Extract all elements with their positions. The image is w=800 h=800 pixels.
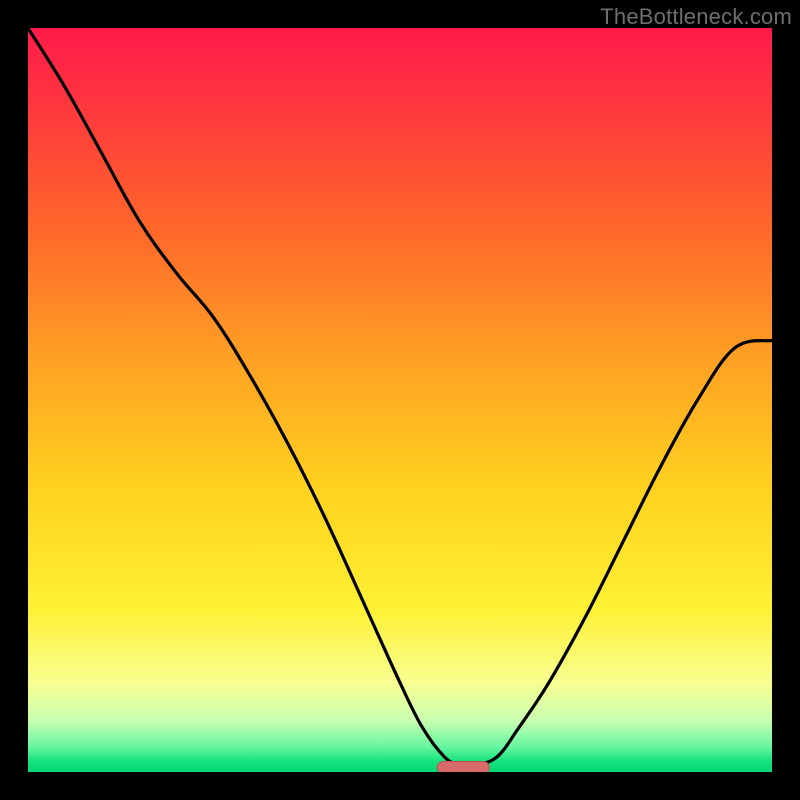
optimal-range-marker xyxy=(437,762,489,772)
gradient-background xyxy=(28,28,772,772)
bottleneck-chart xyxy=(28,28,772,772)
chart-frame xyxy=(28,28,772,772)
watermark-text: TheBottleneck.com xyxy=(600,4,792,30)
